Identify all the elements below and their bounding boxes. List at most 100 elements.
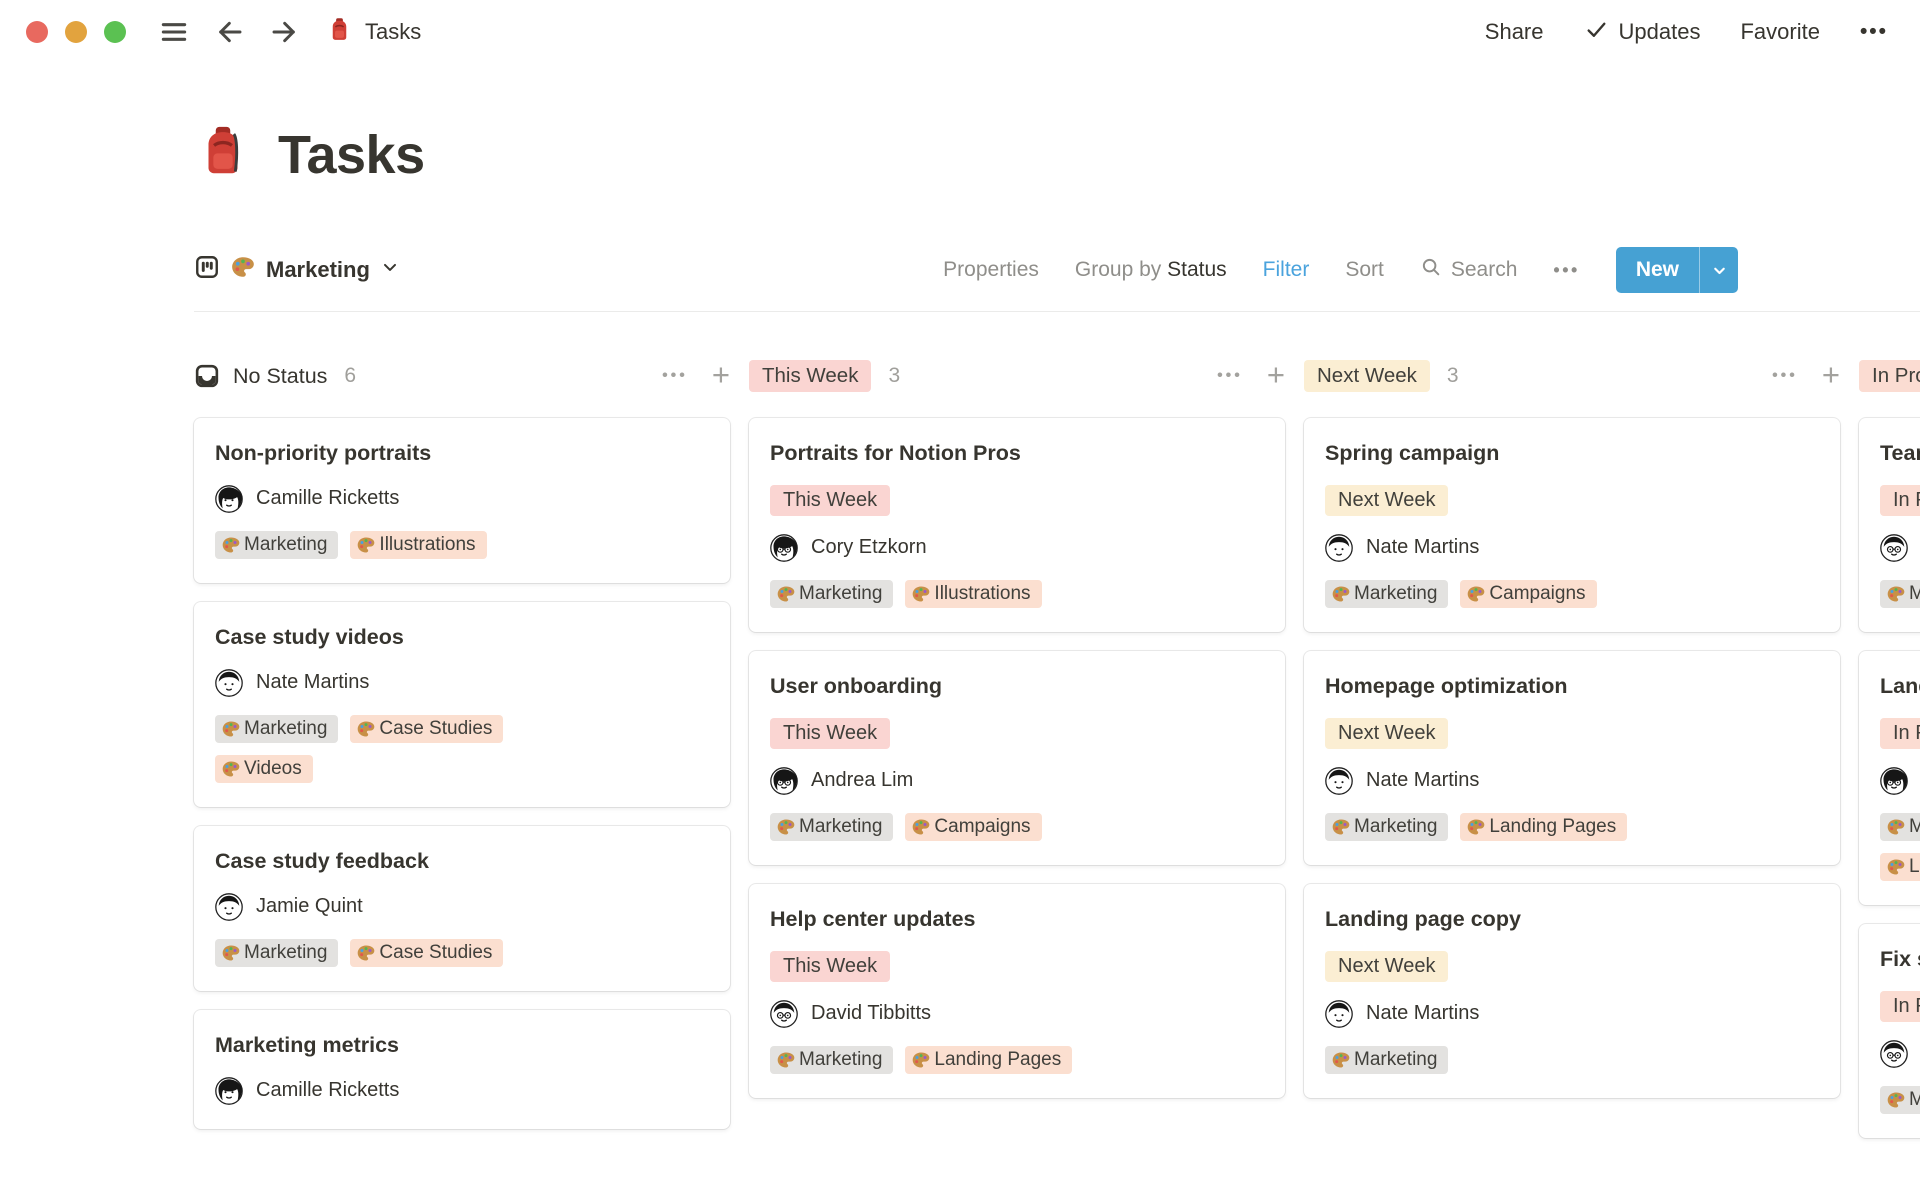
no-status-icon bbox=[194, 363, 220, 389]
assignee: Cory Etzkorn bbox=[1880, 766, 1920, 795]
status-tag: This Week bbox=[770, 717, 891, 749]
tag: Marketing bbox=[215, 714, 339, 743]
task-card[interactable]: Case study feedback Jamie Quint Marketing C… bbox=[194, 825, 730, 991]
column-title: No Status bbox=[233, 363, 328, 388]
tag-label: Marketing bbox=[1909, 815, 1920, 837]
tag: Landing Pages bbox=[1460, 812, 1628, 841]
column-count: 3 bbox=[1446, 364, 1459, 387]
task-card[interactable]: Landing page copy Next Week Nate Martins Ma… bbox=[1304, 883, 1840, 1098]
new-dropdown-chevron-icon[interactable] bbox=[1700, 247, 1738, 293]
column-more-icon[interactable]: ••• bbox=[662, 367, 688, 385]
palette-icon bbox=[1331, 1050, 1351, 1070]
properties-button[interactable]: Properties bbox=[943, 258, 1039, 282]
column-add-icon[interactable]: + bbox=[712, 359, 730, 390]
board-column-in-progress: In Progress•••+ Team In Progress David Tibb… bbox=[1859, 358, 1920, 1157]
palette-icon bbox=[356, 943, 376, 963]
palette-icon bbox=[1886, 857, 1906, 877]
task-card[interactable]: Marketing metrics Camille Ricketts bbox=[194, 1009, 730, 1129]
status-tag: In Progress bbox=[1880, 717, 1920, 749]
column-actions: ••• + bbox=[1217, 359, 1285, 390]
new-button-label[interactable]: New bbox=[1616, 247, 1699, 293]
avatar bbox=[770, 766, 798, 795]
task-card[interactable]: Help center updates This Week David Tibbit… bbox=[749, 883, 1285, 1098]
task-title: Land bbox=[1880, 673, 1920, 698]
close-window-button[interactable] bbox=[26, 21, 48, 43]
assignee-name: David Tibbitts bbox=[811, 1002, 932, 1025]
assignee-name: Andrea Lim bbox=[811, 769, 914, 792]
view-switcher[interactable]: Marketing bbox=[194, 254, 400, 286]
new-button[interactable]: New bbox=[1615, 247, 1738, 293]
group-by-button[interactable]: Group by Status bbox=[1075, 258, 1227, 282]
column-count: 3 bbox=[888, 364, 901, 387]
task-card[interactable]: Case study videos Nate Martins Marketing Ca… bbox=[194, 601, 730, 807]
task-title: Non-priority portraits bbox=[215, 441, 432, 465]
tag: Videos bbox=[215, 754, 313, 783]
back-arrow-icon[interactable] bbox=[214, 16, 246, 48]
status-tag: Next Week bbox=[1325, 484, 1449, 516]
status-tag: Next Week bbox=[1325, 950, 1449, 982]
page-icon-backpack[interactable] bbox=[194, 122, 252, 185]
task-card[interactable]: Spring campaign Next Week Nate Martins Mark… bbox=[1304, 418, 1840, 632]
breadcrumb: Tasks bbox=[326, 16, 421, 49]
task-title: Help center updates bbox=[770, 906, 976, 931]
tag: Marketing bbox=[770, 1045, 894, 1074]
zoom-window-button[interactable] bbox=[104, 21, 126, 43]
tag: Landing Pages bbox=[905, 1045, 1073, 1074]
tag: Case Studies bbox=[350, 938, 504, 967]
tag-label: Marketing bbox=[1354, 1048, 1438, 1070]
assignee: Nate Martins bbox=[1325, 999, 1479, 1028]
sort-button[interactable]: Sort bbox=[1345, 258, 1384, 282]
column-header: Next Week 3 ••• + bbox=[1304, 358, 1840, 394]
column-status-pill[interactable]: In Progress bbox=[1859, 360, 1920, 392]
task-card[interactable]: Fix s In Progress David Tibbitts Marketing bbox=[1859, 923, 1920, 1138]
status-tag: This Week bbox=[770, 950, 891, 982]
task-title: Landing page copy bbox=[1325, 906, 1521, 931]
column-more-icon[interactable]: ••• bbox=[1217, 367, 1243, 385]
updates-button[interactable]: Updates bbox=[1584, 17, 1700, 48]
tag-label: Videos bbox=[244, 757, 302, 779]
window-titlebar: Tasks Share Updates Favorite ••• bbox=[0, 0, 1920, 64]
tag-label: Case Studies bbox=[379, 941, 493, 963]
toolbar-more-icon[interactable]: ••• bbox=[1553, 260, 1579, 281]
task-card[interactable]: Team In Progress David Tibbitts Marketing bbox=[1859, 418, 1920, 632]
tag-row: Marketing bbox=[1325, 1045, 1449, 1074]
assignee: Nate Martins bbox=[1325, 534, 1479, 562]
task-card[interactable]: Portraits for Notion Pros This Week Cory E… bbox=[749, 418, 1285, 632]
task-title: Homepage optimization bbox=[1325, 673, 1568, 698]
palette-icon bbox=[911, 1050, 931, 1070]
kanban-board: No Status 6 ••• + Non-priority portraits Cami… bbox=[0, 312, 1920, 1157]
task-title: Fix s bbox=[1880, 946, 1920, 971]
toolbar-controls: Properties Group by Status Filter Sort S… bbox=[943, 247, 1738, 293]
task-card[interactable]: Land In Progress Cory Etzkorn Marketing Land… bbox=[1859, 650, 1920, 905]
task-card[interactable]: Non-priority portraits Camille Ricketts Ma… bbox=[194, 418, 730, 583]
column-more-icon[interactable]: ••• bbox=[1772, 367, 1798, 385]
palette-icon bbox=[1886, 1090, 1906, 1110]
tag-label: Marketing bbox=[244, 533, 328, 555]
filter-button[interactable]: Filter bbox=[1263, 258, 1310, 282]
avatar bbox=[1325, 534, 1353, 562]
backpack-icon bbox=[326, 16, 353, 49]
more-options-icon[interactable]: ••• bbox=[1860, 20, 1888, 44]
search-button[interactable]: Search bbox=[1420, 256, 1517, 284]
column-add-icon[interactable]: + bbox=[1267, 359, 1285, 390]
assignee: Nate Martins bbox=[1325, 766, 1479, 795]
task-card[interactable]: User onboarding This Week Andrea Lim Market… bbox=[749, 650, 1285, 865]
tag: Marketing bbox=[1325, 812, 1449, 841]
palette-icon bbox=[1331, 817, 1351, 837]
tag-row: Marketing Campaigns bbox=[1325, 579, 1597, 608]
tag: Illustrations bbox=[905, 579, 1042, 608]
assignee: David Tibbitts bbox=[770, 999, 932, 1028]
share-button[interactable]: Share bbox=[1485, 19, 1544, 45]
tag-label: Marketing bbox=[799, 582, 883, 604]
favorite-button[interactable]: Favorite bbox=[1740, 19, 1819, 45]
tag-row: Marketing Case Studies Videos bbox=[215, 714, 597, 783]
task-card[interactable]: Homepage optimization Next Week Nate Marti… bbox=[1304, 650, 1840, 865]
column-add-icon[interactable]: + bbox=[1822, 359, 1840, 390]
column-status-pill[interactable]: Next Week bbox=[1304, 360, 1430, 392]
forward-arrow-icon[interactable] bbox=[268, 16, 300, 48]
search-icon bbox=[1420, 256, 1442, 284]
tag-label: Marketing bbox=[799, 1048, 883, 1070]
minimize-window-button[interactable] bbox=[65, 21, 87, 43]
sidebar-menu-icon[interactable] bbox=[156, 16, 192, 48]
column-status-pill[interactable]: This Week bbox=[749, 360, 872, 392]
